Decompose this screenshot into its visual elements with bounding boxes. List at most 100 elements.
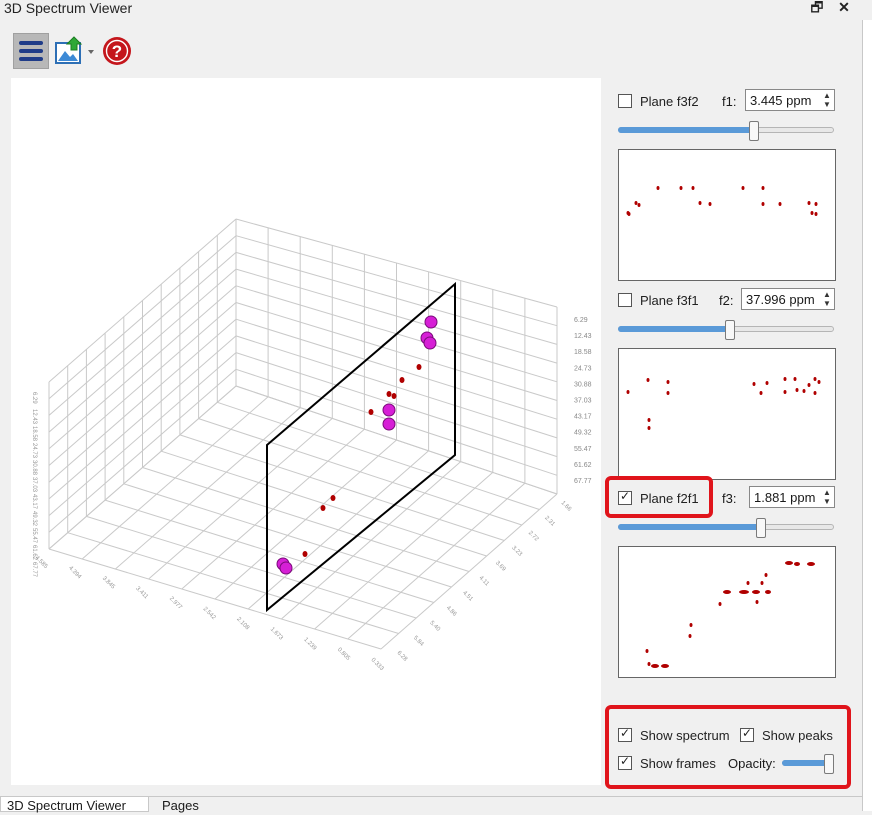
preview-contour [646, 378, 650, 382]
plane-f3f1-checkbox[interactable] [618, 293, 632, 307]
contour-blob [302, 551, 308, 557]
show-peaks-toggle[interactable]: Show peaks [740, 723, 833, 747]
plane-f2f1-toggle[interactable]: Plane f2f1 [618, 486, 699, 510]
right-axis-tick-label: 6.28 [396, 650, 409, 663]
bottom-tab-bar: 3D Spectrum Viewer Pages [0, 796, 862, 813]
peak-marker[interactable] [382, 417, 396, 431]
preview-contour [723, 590, 731, 594]
restore-window-icon[interactable]: 🗗 [808, 0, 826, 16]
show-peaks-label: Show peaks [762, 727, 833, 743]
left-axis-tick-label: 37.03 [31, 477, 37, 493]
title-bar: 3D Spectrum Viewer 🗗 ✕ [0, 0, 862, 20]
preview-contour [647, 418, 651, 422]
help-icon[interactable]: ? [99, 33, 135, 69]
spin-arrows-icon[interactable]: ▲ ▼ [820, 488, 834, 506]
y-axis-tick-label: 55.47 [574, 446, 592, 453]
f3-label: f3: [722, 491, 737, 506]
spin-arrows-icon[interactable]: ▲ ▼ [820, 290, 834, 308]
plane-f3f1-preview [618, 348, 836, 480]
3d-plot-view[interactable]: 6.29 12.43 18.58 24.73 30.88 37.03 43.17 49.32 5… [11, 78, 601, 785]
bottom-axis-tick-label: 3.411 [134, 586, 149, 601]
show-spectrum-checkbox[interactable] [618, 726, 632, 742]
preview-contour [817, 380, 821, 384]
preview-contour [637, 203, 641, 207]
f3-slider-thumb[interactable] [755, 518, 766, 538]
show-frames-toggle[interactable]: Show frames [618, 751, 716, 775]
f3-value: 1.881 ppm [754, 489, 816, 505]
preview-contour [666, 391, 670, 395]
preview-contour [626, 390, 630, 394]
preview-contour [647, 426, 651, 430]
3d-plot-canvas[interactable]: 6.2912.4318.5824.7330.8837.0343.1749.325… [11, 78, 601, 785]
plane-f2f1-checkbox[interactable] [618, 489, 632, 505]
close-window-icon[interactable]: ✕ [835, 0, 853, 16]
f2-value-spinbox[interactable]: 37.996 ppm ▲ ▼ [741, 288, 835, 310]
preview-contour [807, 562, 815, 566]
contour-blob [320, 505, 326, 511]
left-axis-tick-label: 12.43 [31, 409, 37, 425]
peak-marker[interactable] [424, 315, 438, 329]
show-spectrum-toggle[interactable]: Show spectrum [618, 723, 730, 747]
preview-contour [764, 573, 768, 577]
preview-contour [794, 562, 800, 566]
contour-blob [386, 391, 392, 397]
peak-marker[interactable] [279, 561, 293, 575]
svg-text:?: ? [112, 42, 122, 61]
preview-contour [666, 380, 670, 384]
f2-label: f2: [719, 293, 734, 308]
preview-contour [810, 211, 814, 215]
f2-slider-thumb[interactable] [725, 320, 736, 340]
f1-value-spinbox[interactable]: 3.445 ppm ▲ ▼ [745, 89, 835, 111]
right-axis-tick-label: 2.72 [527, 530, 540, 543]
f2-slider[interactable] [618, 320, 836, 340]
f2-value: 37.996 ppm [746, 291, 815, 307]
f3-slider[interactable] [618, 518, 836, 538]
right-axis-tick-label: 2.31 [543, 515, 556, 528]
f3-value-spinbox[interactable]: 1.881 ppm ▲ ▼ [749, 486, 835, 508]
plane-f3f2-toggle[interactable]: Plane f3f2 [618, 89, 699, 113]
export-image-icon [55, 36, 94, 64]
show-frames-checkbox[interactable] [618, 754, 632, 770]
y-axis-tick-label: 30.88 [574, 381, 592, 388]
f1-slider-fill [618, 127, 755, 133]
preview-contour [755, 600, 759, 604]
tab-pages[interactable]: Pages [156, 797, 205, 813]
opacity-slider[interactable] [782, 754, 834, 774]
preview-contour [634, 201, 638, 205]
peak-marker[interactable] [382, 403, 396, 417]
show-peaks-checkbox[interactable] [740, 726, 754, 742]
opacity-slider-fill [782, 760, 830, 766]
f1-slider[interactable] [618, 121, 836, 141]
preview-contour [765, 590, 771, 594]
left-axis-tick-label: 18.58 [31, 426, 37, 442]
contour-blob [368, 409, 374, 415]
bottom-axis-tick-label: 2.977 [168, 596, 183, 611]
hamburger-menu-icon[interactable] [13, 33, 49, 69]
preview-contour [679, 186, 683, 190]
export-image-button[interactable] [53, 33, 99, 69]
preview-contour [645, 649, 649, 653]
preview-contour [752, 590, 760, 594]
plane-f3f2-checkbox[interactable] [618, 94, 632, 108]
left-axis-tick-label: 24.73 [31, 443, 37, 459]
plane-f3f1-toggle[interactable]: Plane f3f1 [618, 288, 699, 312]
left-axis-tick-label: 67.77 [31, 562, 37, 578]
plane-f3f1-label: Plane f3f1 [640, 292, 699, 308]
spin-arrows-icon[interactable]: ▲ ▼ [820, 91, 834, 109]
f1-slider-thumb[interactable] [749, 121, 760, 141]
bottom-axis-tick-label: 1.673 [269, 627, 284, 642]
preview-contour [691, 186, 695, 190]
preview-contour [814, 202, 818, 206]
tab-3d-spectrum-viewer[interactable]: 3D Spectrum Viewer [0, 797, 149, 813]
peak-marker[interactable] [423, 336, 437, 350]
preview-contour [698, 201, 702, 205]
preview-contour [647, 662, 651, 666]
right-axis-tick-label: 3.23 [510, 545, 523, 558]
bottom-axis-tick-label: 2.108 [235, 616, 250, 631]
show-spectrum-label: Show spectrum [640, 727, 730, 743]
preview-contour [802, 389, 806, 393]
right-axis-tick-label: 4.11 [478, 575, 491, 588]
opacity-slider-thumb[interactable] [823, 754, 834, 774]
contour-blob [391, 393, 397, 399]
preview-contour [814, 212, 818, 216]
